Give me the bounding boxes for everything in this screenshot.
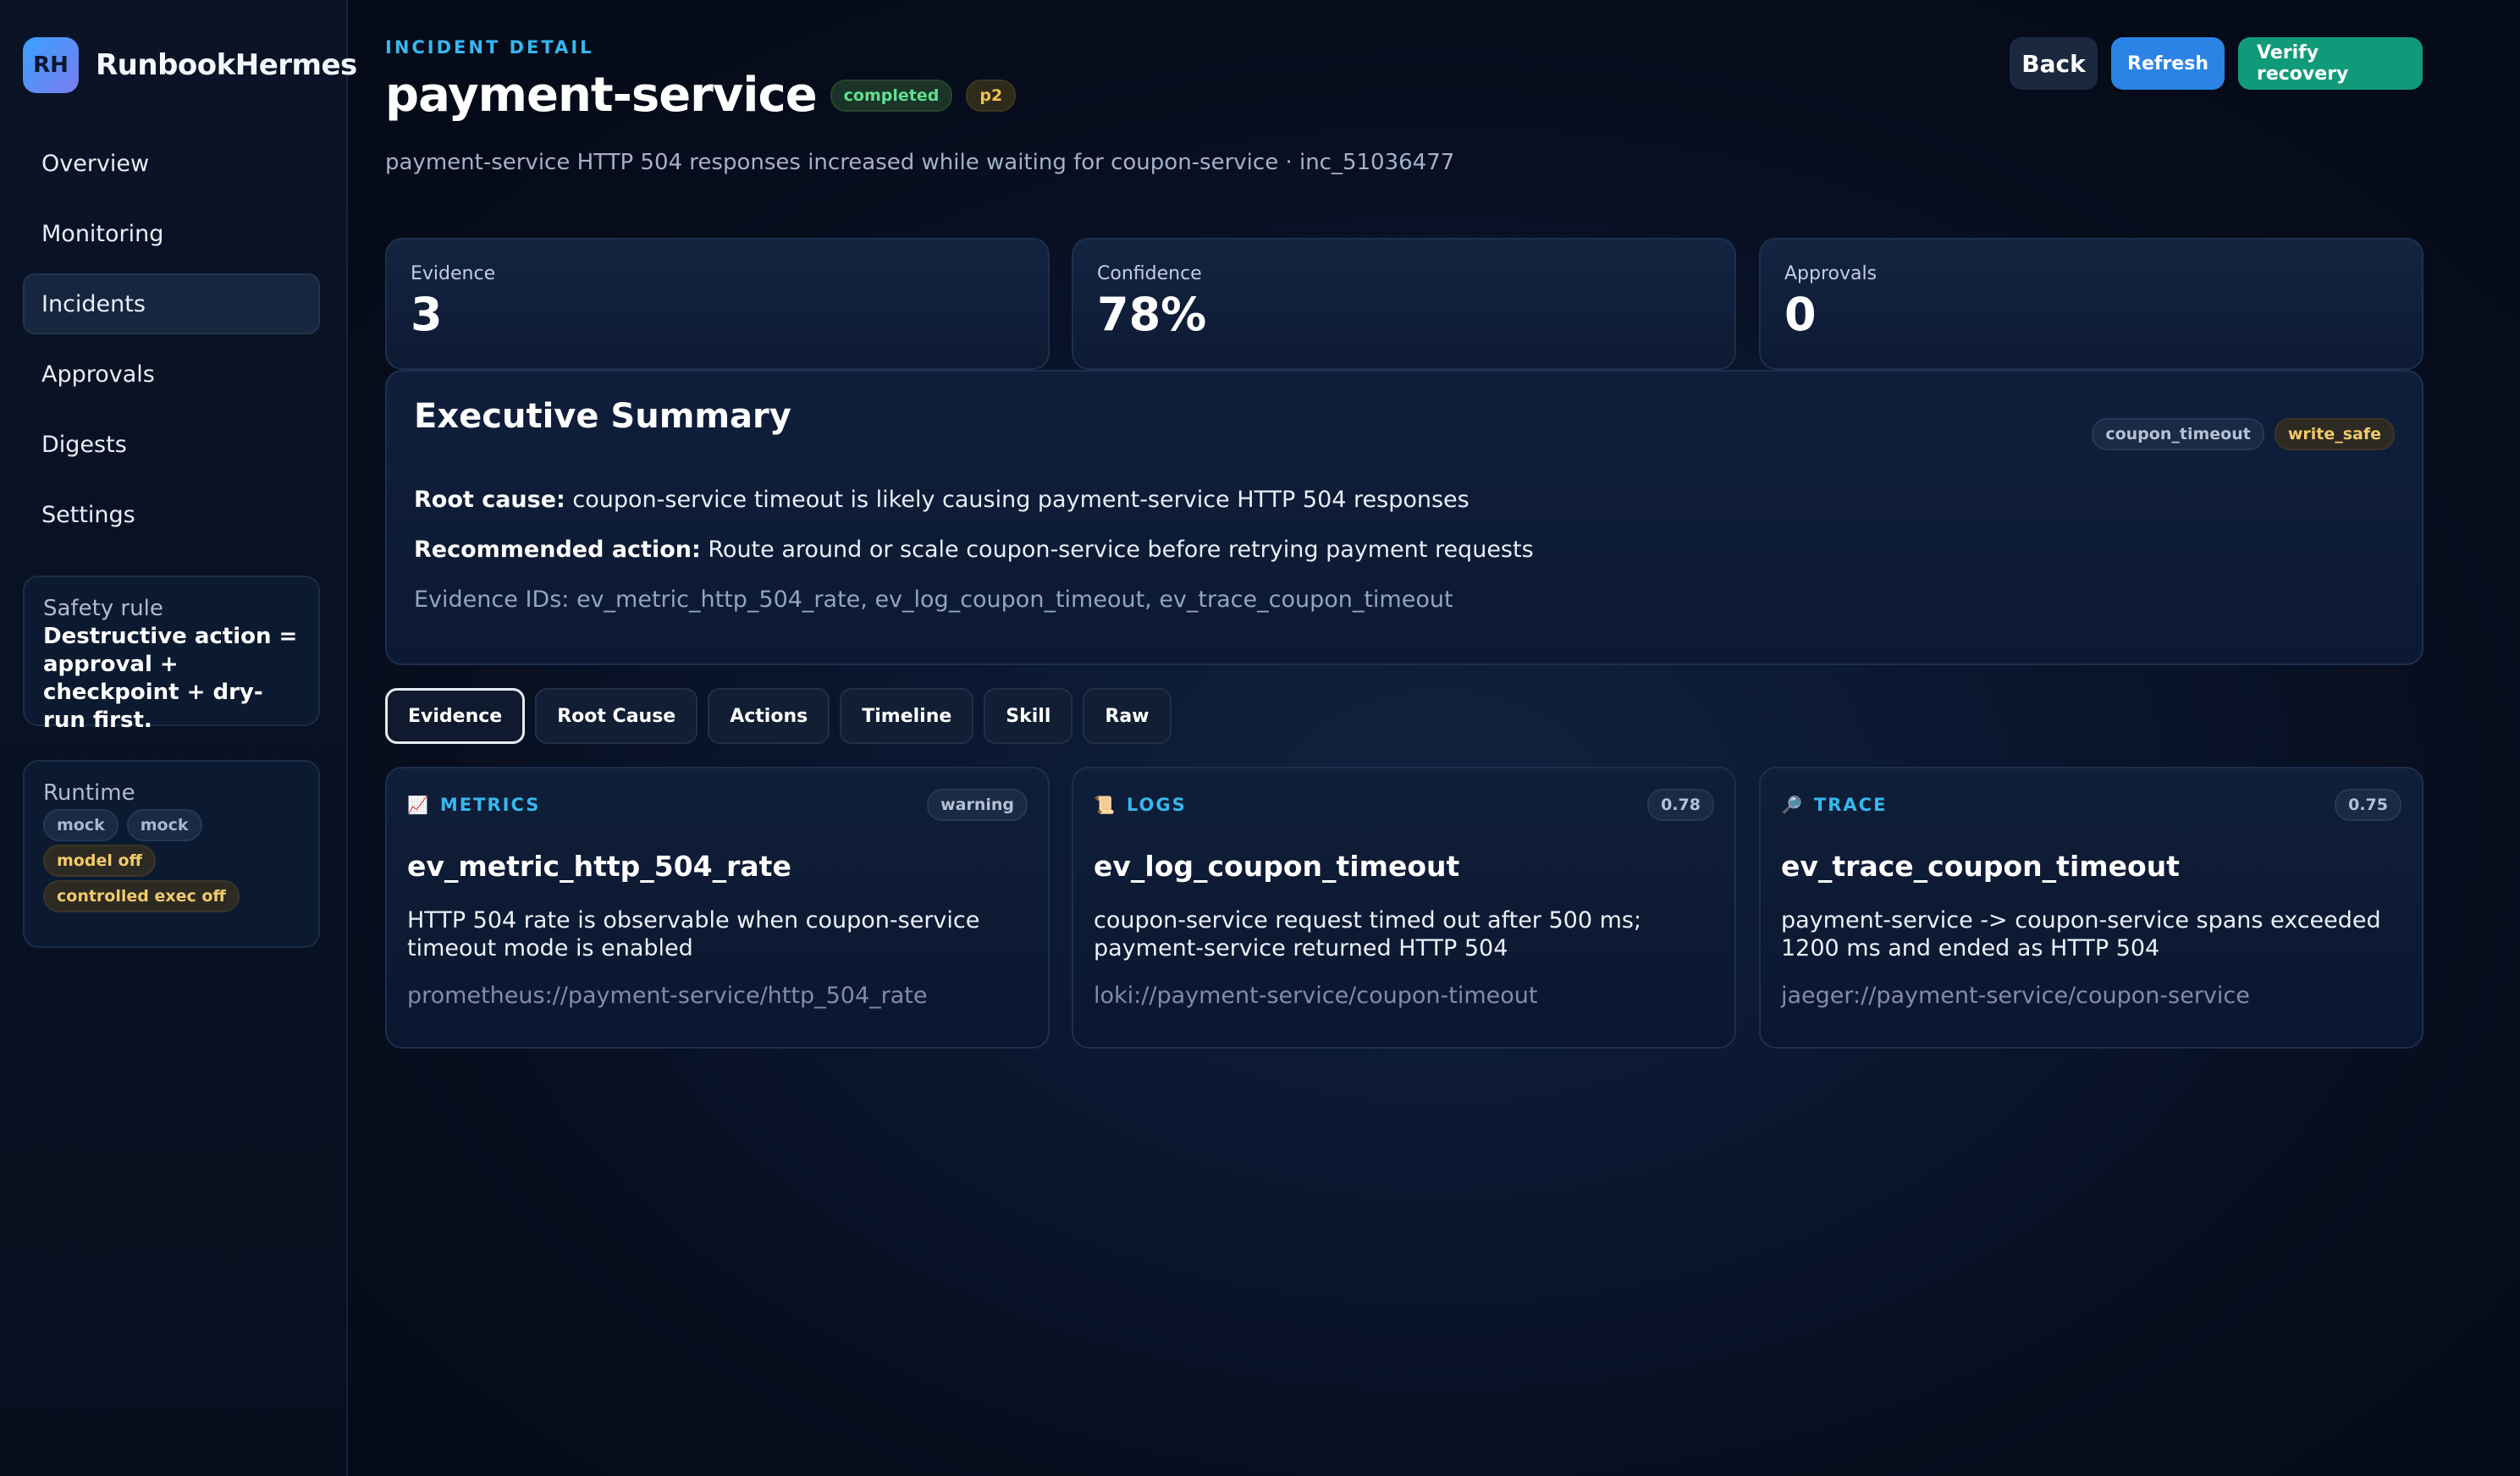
evidence-description: HTTP 504 rate is observable when coupon-… <box>407 907 980 961</box>
evidence-id: ev_log_coupon_timeout <box>1094 850 1460 883</box>
main-content: INCIDENT DETAIL payment-service complete… <box>348 0 2520 1476</box>
evidence-kind: TRACE <box>1813 795 1888 815</box>
summary-tag: coupon_timeout <box>2092 418 2264 450</box>
evidence-card-metrics: 📈 METRICS warning ev_metric_http_504_rat… <box>385 767 1050 1049</box>
safety-rule-text: Destructive action = approval + checkpoi… <box>43 624 298 733</box>
detail-tabs: Evidence Root Cause Actions Timeline Ski… <box>385 688 1172 744</box>
tab-raw[interactable]: Raw <box>1083 688 1172 744</box>
evidence-score: warning <box>927 789 1028 821</box>
executive-summary: Executive Summary coupon_timeout write_s… <box>385 370 2424 665</box>
tab-actions[interactable]: Actions <box>708 688 830 744</box>
evidence-card-trace: 🔎 TRACE 0.75 ev_trace_coupon_timeout pay… <box>1759 767 2424 1049</box>
evidence-description: payment-service -> coupon-service spans … <box>1781 907 2381 961</box>
root-cause-text: coupon-service timeout is likely causing… <box>572 487 1470 513</box>
sidebar: RH RunbookHermes Overview Monitoring Inc… <box>0 0 357 1476</box>
page-eyebrow: INCIDENT DETAIL <box>385 37 594 58</box>
priority-badge: p2 <box>966 79 1017 112</box>
recommended-action-label: Recommended action: <box>414 537 701 563</box>
evidence-score: 0.78 <box>1647 789 1714 821</box>
safety-rule-card: Safety rule Destructive action = approva… <box>23 576 320 733</box>
stat-card-approvals: Approvals 0 <box>1759 238 2424 370</box>
stat-card-confidence: Confidence 78% <box>1072 238 1736 370</box>
stat-value: 0 <box>1784 288 1817 341</box>
sidebar-item-settings[interactable]: Settings <box>23 484 320 545</box>
stat-value: 78% <box>1097 288 1207 341</box>
evidence-score: 0.75 <box>2335 789 2401 821</box>
header-actions: Back Refresh Verify recovery <box>2010 37 2423 90</box>
incident-subtitle: payment-service HTTP 504 responses incre… <box>385 150 1455 175</box>
summary-tag: write_safe <box>2274 418 2395 450</box>
runtime-title: Runtime <box>43 780 135 806</box>
sidebar-item-approvals[interactable]: Approvals <box>23 344 320 405</box>
stat-label: Approvals <box>1784 263 1878 284</box>
sidebar-item-incidents[interactable]: Incidents <box>23 273 320 334</box>
tab-root-cause[interactable]: Root Cause <box>535 688 698 744</box>
verify-recovery-button[interactable]: Verify recovery <box>2238 37 2423 90</box>
brand-name: RunbookHermes <box>96 48 357 82</box>
evidence-kind: LOGS <box>1126 795 1187 815</box>
recommended-action-line: Recommended action: Route around or scal… <box>414 537 1534 563</box>
stat-value: 3 <box>411 288 443 341</box>
evidence-source: loki://payment-service/coupon-timeout <box>1094 983 1538 1009</box>
status-badge: completed <box>830 79 953 112</box>
root-cause-line: Root cause: coupon-service timeout is li… <box>414 487 1470 513</box>
scroll-icon: 📜 <box>1094 795 1117 815</box>
tab-skill[interactable]: Skill <box>984 688 1073 744</box>
stat-label: Evidence <box>411 263 496 284</box>
brand-logo: RH <box>23 37 79 93</box>
evidence-id: ev_trace_coupon_timeout <box>1781 850 2180 883</box>
evidence-source: jaeger://payment-service/coupon-service <box>1781 983 2250 1009</box>
root-cause-label: Root cause: <box>414 487 565 513</box>
magnifier-icon: 🔎 <box>1781 795 1804 815</box>
evidence-card-logs: 📜 LOGS 0.78 ev_log_coupon_timeout coupon… <box>1072 767 1736 1049</box>
sidebar-item-overview[interactable]: Overview <box>23 133 320 194</box>
evidence-description: coupon-service request timed out after 5… <box>1094 907 1642 961</box>
runtime-card: Runtime mock mock model off controlled e… <box>23 760 320 948</box>
safety-rule-title: Safety rule <box>43 596 163 621</box>
tab-evidence[interactable]: Evidence <box>385 688 526 744</box>
stat-label: Confidence <box>1097 263 1202 284</box>
evidence-ids: Evidence IDs: ev_metric_http_504_rate, e… <box>414 587 1453 613</box>
tab-timeline[interactable]: Timeline <box>840 688 974 744</box>
sidebar-item-monitoring[interactable]: Monitoring <box>23 203 320 264</box>
refresh-button[interactable]: Refresh <box>2111 37 2225 90</box>
brand[interactable]: RH RunbookHermes <box>23 37 357 93</box>
sidebar-nav: Overview Monitoring Incidents Approvals … <box>23 133 320 554</box>
runtime-chips: mock mock <box>43 809 300 841</box>
runtime-chip-exec: controlled exec off <box>43 880 240 912</box>
chart-icon: 📈 <box>407 795 430 815</box>
evidence-id: ev_metric_http_504_rate <box>407 850 791 883</box>
runtime-chip: mock <box>43 809 119 841</box>
back-button[interactable]: Back <box>2010 37 2098 90</box>
runtime-chip-model: model off <box>43 845 156 877</box>
recommended-action-text: Route around or scale coupon-service bef… <box>708 537 1534 563</box>
evidence-kind: METRICS <box>439 795 541 815</box>
stat-card-evidence: Evidence 3 <box>385 238 1050 370</box>
page-title: payment-service <box>385 68 818 123</box>
evidence-source: prometheus://payment-service/http_504_ra… <box>407 983 928 1009</box>
sidebar-item-digests[interactable]: Digests <box>23 414 320 475</box>
runtime-chip: mock <box>126 809 202 841</box>
